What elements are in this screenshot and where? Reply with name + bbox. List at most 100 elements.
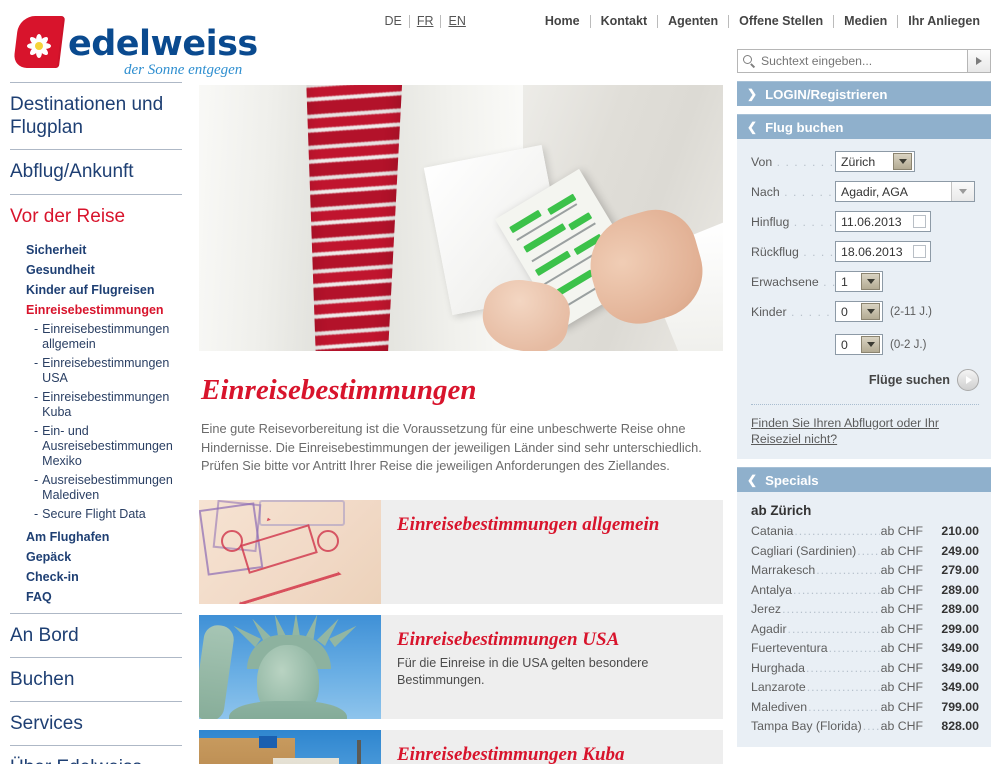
special-row[interactable]: Agadir .............................. ab…: [751, 620, 979, 640]
special-row[interactable]: Catania .............................. a…: [751, 522, 979, 542]
card-einreisebestimmungen-allgemein[interactable]: Einreisebestimmungen allgemein: [199, 499, 723, 604]
special-row[interactable]: Lanzarote ..............................…: [751, 678, 979, 698]
panel-header-login[interactable]: ❯ LOGIN/Registrieren: [737, 81, 991, 106]
nav-link-kontakt[interactable]: Kontakt: [591, 14, 658, 28]
nav-link-ihr-anliegen[interactable]: Ihr Anliegen: [898, 14, 990, 28]
passport-stamp-image: [199, 499, 381, 604]
card-title: Einreisebestimmungen allgemein: [397, 513, 660, 535]
sidebar-thirditem-kuba[interactable]: - Einreisebestimmungen Kuba: [26, 388, 184, 422]
sidebar-subitem-kinder-auf-flugreisen[interactable]: Kinder auf Flugreisen: [26, 280, 184, 300]
currency-label: ab CHF: [880, 699, 923, 714]
price: 289.00: [941, 582, 979, 597]
destination: Agadir: [751, 621, 787, 636]
sidebar-subitem-check-in[interactable]: Check-in: [26, 567, 184, 587]
price: 349.00: [941, 660, 979, 675]
age-hint-2-11: (2-11 J.): [890, 305, 932, 318]
form-row-kleinkinder: 0 (0-2 J.): [751, 334, 979, 355]
label: Ausreisebestimmungen Malediven: [42, 472, 173, 502]
booking-form: Von . . . . . . . . . Zürich Nach . . . …: [737, 139, 991, 459]
sidebar-subitem-einreisebestimmungen[interactable]: Einreisebestimmungen: [26, 300, 184, 320]
site-logo[interactable]: edelweiss der Sonne entgegen: [12, 16, 258, 78]
destination: Marrakesch: [751, 563, 816, 577]
language-en[interactable]: EN: [441, 14, 472, 28]
currency-label: ab CHF: [880, 641, 923, 655]
sidebar-item-abflug-ankunft[interactable]: Abflug/Ankunft: [0, 150, 192, 193]
sidebar-subitem-gepaeck[interactable]: Gepäck: [26, 547, 184, 567]
label: Einreisebestimmungen allgemein: [42, 321, 170, 351]
sidebar-navigation: Destinationen und Flugplan Abflug/Ankunf…: [0, 82, 192, 764]
calendar-icon[interactable]: [913, 215, 926, 228]
dropdown-arrow-icon: [861, 273, 880, 290]
arrow-right-icon: [976, 57, 982, 65]
sidebar-subitem-am-flughafen[interactable]: Am Flughafen: [26, 527, 184, 547]
sidebar-thirditem-usa[interactable]: - Einreisebestimmungen USA: [26, 354, 184, 388]
sidebar-item-an-bord[interactable]: An Bord: [0, 614, 192, 657]
card-einreisebestimmungen-kuba[interactable]: Einreisebestimmungen Kuba: [199, 729, 723, 764]
sidebar-thirditem-secure-flight-data[interactable]: - Secure Flight Data: [26, 505, 184, 524]
destination: Fuerteventura: [751, 641, 828, 655]
sidebar-thirditem-mexiko[interactable]: - Ein- und Ausreisebestimmungen Mexiko: [26, 422, 184, 471]
card-einreisebestimmungen-usa[interactable]: Einreisebestimmungen USA Für die Einreis…: [199, 614, 723, 719]
search-submit-button[interactable]: [968, 49, 991, 73]
select-kinder-0-2[interactable]: 0: [835, 334, 883, 355]
special-row[interactable]: Marrakesch .............................…: [751, 561, 979, 581]
special-row[interactable]: Antalya .............................. a…: [751, 581, 979, 601]
sidebar-item-destinationen[interactable]: Destinationen und Flugplan: [0, 83, 192, 149]
price: 299.00: [941, 621, 979, 636]
field-label-nach: Nach . . . . . . . .: [751, 184, 835, 199]
calendar-icon[interactable]: [913, 245, 926, 258]
sidebar-thirditem-malediven[interactable]: - Ausreisebestimmungen Malediven: [26, 471, 184, 505]
search-flights-label: Flüge suchen: [868, 373, 950, 387]
select-erwachsene[interactable]: 1: [835, 271, 883, 292]
search-input[interactable]: [761, 54, 962, 68]
currency-label: ab CHF: [880, 680, 923, 694]
date-input-rueckflug[interactable]: 18.06.2013: [835, 241, 931, 262]
price: 799.00: [941, 699, 979, 714]
currency-label: ab CHF: [880, 563, 923, 577]
special-row[interactable]: Hurghada .............................. …: [751, 659, 979, 679]
search-icon: [743, 54, 756, 68]
currency-label: ab CHF: [880, 524, 923, 538]
panel-header-flug-buchen[interactable]: ❮ Flug buchen: [737, 114, 991, 139]
special-row[interactable]: Cagliari (Sardinien) ...................…: [751, 542, 979, 562]
nav-link-agenten[interactable]: Agenten: [658, 14, 728, 28]
nav-link-offene-stellen[interactable]: Offene Stellen: [729, 14, 833, 28]
search-flights-button[interactable]: Flüge suchen: [751, 369, 979, 391]
select-kinder-2-11[interactable]: 0: [835, 301, 883, 322]
leader-dots: ..............................: [793, 582, 880, 597]
help-link-abflugort[interactable]: Finden Sie Ihren Abflugort oder Ihr Reis…: [751, 415, 979, 447]
select-nach[interactable]: Agadir, AGA: [835, 181, 975, 202]
form-row-rueckflug: Rückflug . . . . . 18.06.2013: [751, 241, 979, 262]
special-row[interactable]: Malediven ..............................…: [751, 698, 979, 718]
language-de[interactable]: DE: [377, 14, 408, 28]
sidebar-subitem-sicherheit[interactable]: Sicherheit: [26, 240, 184, 260]
destination: Catania: [751, 524, 794, 538]
special-row[interactable]: Jerez .............................. ab …: [751, 600, 979, 620]
nav-link-home[interactable]: Home: [535, 14, 590, 28]
search-field[interactable]: [737, 49, 968, 73]
special-row[interactable]: Fuerteventura ..........................…: [751, 639, 979, 659]
field-label-kinder: Kinder . . . . . . .: [751, 304, 835, 319]
select-von[interactable]: Zürich: [835, 151, 915, 172]
panel-header-specials[interactable]: ❮ Specials: [737, 467, 991, 492]
divider: [751, 404, 979, 405]
price: 828.00: [941, 719, 979, 733]
special-row[interactable]: Tampa Bay (Florida) ....................…: [751, 717, 979, 737]
sidebar-item-services[interactable]: Services: [0, 702, 192, 745]
destination: Tampa Bay (Florida): [751, 719, 862, 733]
sidebar-thirditem-allgemein[interactable]: - Einreisebestimmungen allgemein: [26, 320, 184, 354]
panel-title: Flug buchen: [765, 119, 844, 135]
leader-dots: ..............................: [806, 660, 880, 675]
cuba-colonial-building-image: [199, 729, 381, 764]
dropdown-arrow-icon: [861, 336, 880, 353]
select-value: 0: [841, 304, 848, 319]
sidebar-item-buchen[interactable]: Buchen: [0, 658, 192, 701]
specials-origin-label: ab Zürich: [751, 503, 812, 518]
nav-link-medien[interactable]: Medien: [834, 14, 897, 28]
sidebar-subitem-gesundheit[interactable]: Gesundheit: [26, 260, 184, 280]
date-input-hinflug[interactable]: 11.06.2013: [835, 211, 931, 232]
sidebar-item-vor-der-reise[interactable]: Vor der Reise: [0, 195, 192, 238]
sidebar-subitem-faq[interactable]: FAQ: [26, 587, 184, 607]
sidebar-item-ueber-edelweiss[interactable]: Über Edelweiss: [0, 746, 192, 764]
language-fr[interactable]: FR: [410, 14, 441, 28]
